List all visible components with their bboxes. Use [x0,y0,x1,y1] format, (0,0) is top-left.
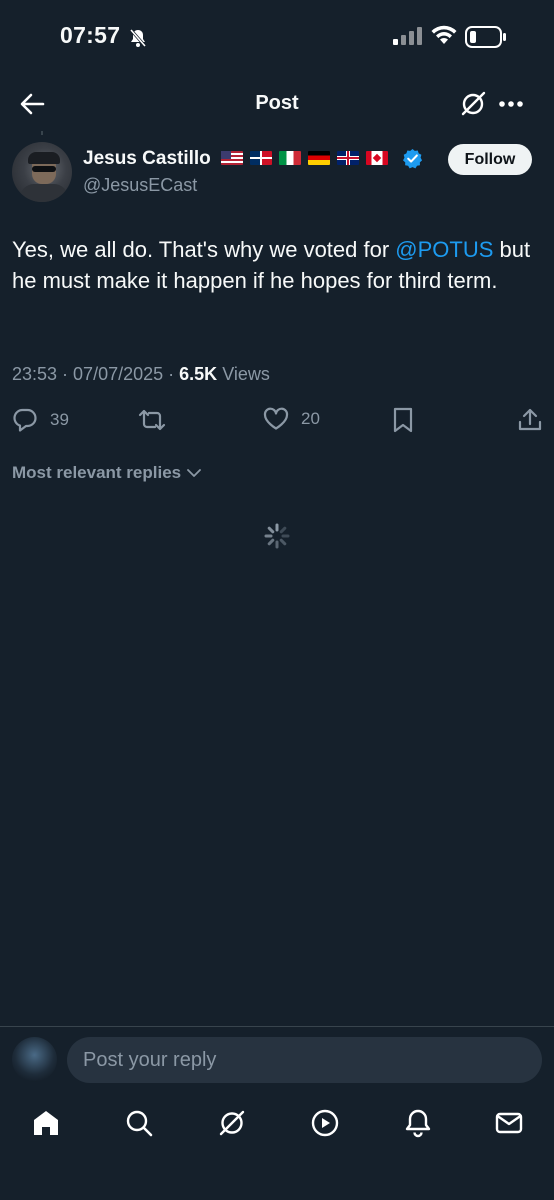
status-time: 07:57 [60,22,121,48]
more-button[interactable] [498,100,524,108]
bookmark-icon [393,407,413,433]
repost-icon [138,409,166,431]
heart-icon [263,407,289,430]
post-text-part: Yes, we all do. That's why we voted for [12,237,396,262]
dominican-flag-icon [250,150,272,165]
tab-grok[interactable] [217,1108,247,1138]
post-date[interactable]: 07/07/2025 [73,364,163,384]
thread-line [41,131,43,135]
tab-search[interactable] [124,1108,154,1138]
repost-button[interactable] [138,407,166,433]
play-icon [311,1109,339,1137]
like-button[interactable]: 20 [263,407,320,431]
reply-input[interactable]: Post your reply [67,1037,542,1083]
share-icon [518,408,542,431]
chevron-down-icon [187,469,202,477]
italy-flag-icon [279,150,301,165]
author-handle[interactable]: @JesusECast [83,175,197,196]
reply-count: 39 [50,410,69,429]
wifi-icon [430,24,458,46]
reply-icon [13,408,37,432]
my-avatar[interactable] [12,1037,57,1082]
tab-messages[interactable] [494,1108,524,1138]
more-icon [499,101,523,107]
replies-sort-label: Most relevant replies [12,463,182,482]
author-name[interactable]: Jesus Castillo [83,148,211,170]
reply-button[interactable]: 39 [12,407,69,433]
post-time[interactable]: 23:53 [12,364,57,384]
post-text: Yes, we all do. That's why we voted for … [12,234,532,296]
tab-video[interactable] [310,1108,340,1138]
battery-icon [465,26,507,48]
author-avatar[interactable] [12,142,72,202]
bookmark-button[interactable] [392,407,414,433]
author-flags [221,147,395,167]
grok-icon [461,91,486,116]
mention-link[interactable]: @POTUS [395,237,493,262]
silent-bell-icon [128,28,148,48]
tab-notifications[interactable] [403,1108,433,1138]
share-button[interactable] [517,407,543,433]
mail-icon [495,1112,523,1134]
search-icon [126,1110,153,1137]
follow-button[interactable]: Follow [448,144,532,175]
home-icon [34,1111,58,1135]
us-flag-icon [221,150,243,165]
canada-flag-icon [366,150,388,165]
bell-icon [405,1109,431,1138]
views-label: Views [222,364,270,384]
verified-badge-icon [402,148,423,169]
loading-spinner-icon [263,522,291,550]
grok-icon [219,1110,245,1136]
replies-sort-dropdown[interactable]: Most relevant replies [12,463,202,483]
germany-flag-icon [308,150,330,165]
grok-button[interactable] [459,90,487,118]
composer-divider [0,1026,554,1027]
tab-home[interactable] [31,1108,61,1138]
like-count: 20 [301,409,320,428]
cellular-signal-icon [393,26,423,46]
uk-flag-icon [337,150,359,165]
views-count: 6.5K [179,364,218,384]
post-meta: 23:53 · 07/07/2025 · 6.5K Views [12,364,270,384]
